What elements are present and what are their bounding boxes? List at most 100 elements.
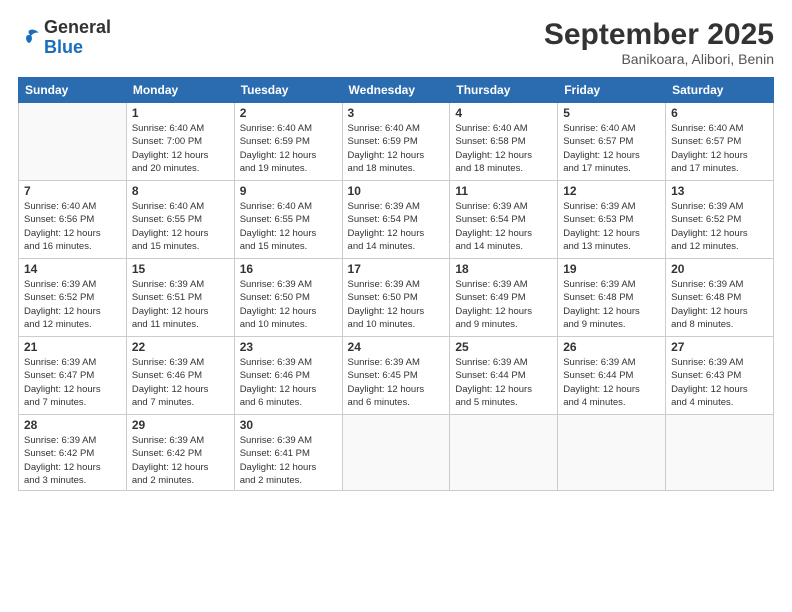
table-row: 26Sunrise: 6:39 AM Sunset: 6:44 PM Dayli… [558,337,666,415]
day-number: 17 [348,262,445,276]
col-saturday: Saturday [666,78,774,103]
table-row: 8 Sunrise: 6:40 AM Sunset: 6:55 PM Daylig… [126,181,234,259]
day-number: 4 [455,106,552,120]
day-number: 20 [671,262,768,276]
day-number: 19 [563,262,660,276]
title-block: September 2025 Banikoara, Alibori, Benin [544,18,774,67]
header: General Blue September 2025 Banikoara, A… [18,18,774,67]
table-row: 27 Sunrise: 6:39 AM Sunset: 6:43 PM Dayli… [666,337,774,415]
logo-bird-icon [18,27,40,49]
table-row: 23 Sunrise: 6:39 AM Sunset: 6:46 PM Dayli… [234,337,342,415]
table-row: 9 Sunrise: 6:40 AM Sunset: 6:55 PM Daylig… [234,181,342,259]
day-number: 28 [24,418,121,432]
table-row: 6Sunrise: 6:40 AM Sunset: 6:57 PM Daylig… [666,103,774,181]
day-number: 25 [455,340,552,354]
cell-info: Sunrise: 6:40 AM Sunset: 6:59 PM Dayligh… [240,122,337,175]
cell-info: Sunrise: 6:39 AM Sunset: 6:54 PM Dayligh… [348,200,445,253]
day-number: 9 [240,184,337,198]
cell-info: Sunrise: 6:39 AM Sunset: 6:41 PM Dayligh… [240,434,337,487]
cell-info: Sunrise: 6:39 AM Sunset: 6:52 PM Dayligh… [671,200,768,253]
day-number: 24 [348,340,445,354]
table-row [666,415,774,491]
cell-info: Sunrise: 6:39 AM Sunset: 6:42 PM Dayligh… [132,434,229,487]
col-monday: Monday [126,78,234,103]
day-number: 6 [671,106,768,120]
table-row: 18 Sunrise: 6:39 AM Sunset: 6:49 PM Dayli… [450,259,558,337]
cell-info: Sunrise: 6:39 AM Sunset: 6:45 PM Dayligh… [348,356,445,409]
cell-info: Sunrise: 6:40 AM Sunset: 6:55 PM Dayligh… [240,200,337,253]
cell-info: Sunrise: 6:40 AM Sunset: 6:57 PM Dayligh… [563,122,660,175]
logo: General Blue [18,18,111,58]
table-row [450,415,558,491]
cell-info: Sunrise: 6:39 AM Sunset: 6:44 PM Dayligh… [455,356,552,409]
month-title: September 2025 [544,18,774,51]
cell-info: Sunrise: 6:39 AM Sunset: 6:50 PM Dayligh… [348,278,445,331]
day-number: 21 [24,340,121,354]
day-number: 5 [563,106,660,120]
cell-info: Sunrise: 6:40 AM Sunset: 6:58 PM Dayligh… [455,122,552,175]
table-row: 12 Sunrise: 6:39 AM Sunset: 6:53 PM Dayli… [558,181,666,259]
cell-info: Sunrise: 6:39 AM Sunset: 6:49 PM Dayligh… [455,278,552,331]
table-row: 3 Sunrise: 6:40 AM Sunset: 6:59 PM Daylig… [342,103,450,181]
day-number: 2 [240,106,337,120]
day-number: 8 [132,184,229,198]
day-number: 7 [24,184,121,198]
table-row [19,103,127,181]
cell-info: Sunrise: 6:39 AM Sunset: 6:43 PM Dayligh… [671,356,768,409]
table-row: 7 Sunrise: 6:40 AM Sunset: 6:56 PM Daylig… [19,181,127,259]
day-number: 16 [240,262,337,276]
table-row: 10 Sunrise: 6:39 AM Sunset: 6:54 PM Dayli… [342,181,450,259]
day-number: 29 [132,418,229,432]
cell-info: Sunrise: 6:40 AM Sunset: 6:59 PM Dayligh… [348,122,445,175]
logo-text: General Blue [44,18,111,58]
table-row: 20Sunrise: 6:39 AM Sunset: 6:48 PM Dayli… [666,259,774,337]
table-row: 16 Sunrise: 6:39 AM Sunset: 6:50 PM Dayli… [234,259,342,337]
calendar-body: 1 Sunrise: 6:40 AM Sunset: 7:00 PM Daylig… [19,103,774,491]
table-row [558,415,666,491]
col-thursday: Thursday [450,78,558,103]
table-row: 1 Sunrise: 6:40 AM Sunset: 7:00 PM Daylig… [126,103,234,181]
day-number: 22 [132,340,229,354]
table-row: 30 Sunrise: 6:39 AM Sunset: 6:41 PM Dayli… [234,415,342,491]
col-tuesday: Tuesday [234,78,342,103]
cell-info: Sunrise: 6:39 AM Sunset: 6:50 PM Dayligh… [240,278,337,331]
table-row: 14Sunrise: 6:39 AM Sunset: 6:52 PM Dayli… [19,259,127,337]
table-row [342,415,450,491]
table-row: 4 Sunrise: 6:40 AM Sunset: 6:58 PM Daylig… [450,103,558,181]
cell-info: Sunrise: 6:39 AM Sunset: 6:42 PM Dayligh… [24,434,121,487]
day-number: 12 [563,184,660,198]
day-number: 3 [348,106,445,120]
cell-info: Sunrise: 6:40 AM Sunset: 7:00 PM Dayligh… [132,122,229,175]
cell-info: Sunrise: 6:39 AM Sunset: 6:46 PM Dayligh… [240,356,337,409]
day-number: 18 [455,262,552,276]
cell-info: Sunrise: 6:40 AM Sunset: 6:55 PM Dayligh… [132,200,229,253]
table-row: 24 Sunrise: 6:39 AM Sunset: 6:45 PM Dayli… [342,337,450,415]
table-row: 5 Sunrise: 6:40 AM Sunset: 6:57 PM Daylig… [558,103,666,181]
day-number: 11 [455,184,552,198]
table-row: 17 Sunrise: 6:39 AM Sunset: 6:50 PM Dayli… [342,259,450,337]
day-number: 30 [240,418,337,432]
day-number: 27 [671,340,768,354]
table-row: 25 Sunrise: 6:39 AM Sunset: 6:44 PM Dayli… [450,337,558,415]
calendar-header-row: Sunday Monday Tuesday Wednesday Thursday… [19,78,774,103]
table-row: 22 Sunrise: 6:39 AM Sunset: 6:46 PM Dayli… [126,337,234,415]
table-row: 19 Sunrise: 6:39 AM Sunset: 6:48 PM Dayli… [558,259,666,337]
table-row: 11Sunrise: 6:39 AM Sunset: 6:54 PM Dayli… [450,181,558,259]
day-number: 1 [132,106,229,120]
day-number: 15 [132,262,229,276]
day-number: 10 [348,184,445,198]
cell-info: Sunrise: 6:39 AM Sunset: 6:46 PM Dayligh… [132,356,229,409]
cell-info: Sunrise: 6:39 AM Sunset: 6:53 PM Dayligh… [563,200,660,253]
table-row: 28 Sunrise: 6:39 AM Sunset: 6:42 PM Dayli… [19,415,127,491]
calendar-table: Sunday Monday Tuesday Wednesday Thursday… [18,77,774,491]
col-wednesday: Wednesday [342,78,450,103]
col-sunday: Sunday [19,78,127,103]
cell-info: Sunrise: 6:39 AM Sunset: 6:48 PM Dayligh… [563,278,660,331]
logo-blue: Blue [44,37,83,57]
table-row: 15Sunrise: 6:39 AM Sunset: 6:51 PM Dayli… [126,259,234,337]
cell-info: Sunrise: 6:39 AM Sunset: 6:52 PM Dayligh… [24,278,121,331]
cell-info: Sunrise: 6:40 AM Sunset: 6:56 PM Dayligh… [24,200,121,253]
day-number: 23 [240,340,337,354]
table-row: 29 Sunrise: 6:39 AM Sunset: 6:42 PM Dayli… [126,415,234,491]
day-number: 13 [671,184,768,198]
